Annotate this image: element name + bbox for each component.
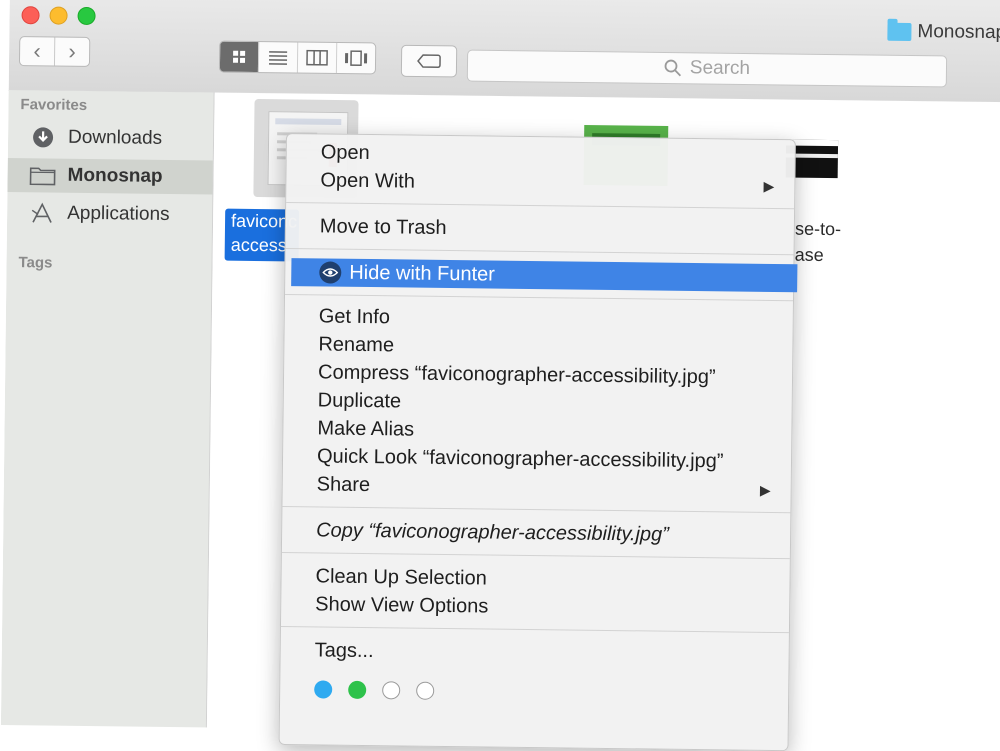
menu-item-label: Move to Trash [320,215,447,240]
cover-flow-view-button[interactable] [336,43,375,73]
file-name-line: se-to- [795,216,841,243]
column-view-button[interactable] [297,43,336,73]
menu-item-open-with[interactable]: Open With ▶ [286,166,794,200]
menu-separator [281,626,789,633]
menu-item-label: Show View Options [315,593,488,618]
menu-item-label: Compress “faviconographer-accessibility.… [318,361,716,389]
menu-item-label: Get Info [319,305,390,329]
menu-item-label: Share [317,473,371,497]
search-icon [664,59,682,77]
back-button[interactable]: ‹ [20,37,54,65]
minimize-window-button[interactable] [49,6,67,24]
menu-item-share[interactable]: Share ▶ [283,470,791,504]
eye-icon [319,261,341,283]
sidebar-item-label: Downloads [68,127,162,150]
menu-separator [282,552,790,559]
chevron-left-icon: ‹ [33,40,41,62]
sidebar-item-downloads[interactable]: Downloads [8,120,213,157]
window-title: Monosnap [887,21,1000,44]
toolbar: ‹ › [9,0,1000,103]
file-name-third[interactable]: se-to- ase [795,216,842,269]
sidebar: Favorites Downloads Monosnap [1,90,215,732]
favorites-header: Favorites [20,96,87,114]
menu-separator [286,202,794,209]
search-placeholder: Search [690,57,750,80]
edit-tags-button[interactable] [401,45,457,78]
submenu-arrow-icon: ▶ [764,177,775,194]
list-icon [268,49,288,65]
download-icon [30,126,56,148]
menu-item-label: Tags... [315,639,374,663]
menu-item-label: Quick Look “faviconographer-accessibilit… [317,445,724,473]
applications-icon [29,202,55,224]
menu-separator [285,294,793,301]
menu-item-show-view-options[interactable]: Show View Options [281,590,789,624]
menu-item-move-to-trash[interactable]: Move to Trash [286,212,794,246]
tag-blue-dot[interactable] [314,680,332,698]
window-title-text: Monosnap [917,21,1000,44]
grid-icon [231,49,247,65]
search-field[interactable]: Search [467,50,947,88]
sidebar-item-label: Monosnap [67,165,162,188]
menu-item-label: Duplicate [318,389,402,413]
close-window-button[interactable] [21,6,39,24]
tag-icon [417,54,441,68]
menu-item-label: Make Alias [317,417,414,441]
forward-button[interactable]: › [54,38,89,66]
menu-item-label: Hide with Funter [349,261,495,286]
menu-item-copy[interactable]: Copy “faviconographer-accessibility.jpg” [282,516,790,550]
icon-view-button[interactable] [220,42,258,72]
menu-separator [282,506,790,513]
sidebar-item-label: Applications [67,203,170,226]
zoom-window-button[interactable] [77,7,95,25]
submenu-arrow-icon: ▶ [760,481,771,498]
chevron-right-icon: › [68,41,76,63]
menu-item-hide-with-funter[interactable]: Hide with Funter [291,258,797,292]
context-menu: Open Open With ▶ Move to Trash Hide with … [279,133,796,751]
list-view-button[interactable] [258,42,297,72]
sidebar-item-applications[interactable]: Applications [7,196,212,233]
menu-item-label: Rename [318,333,394,357]
menu-item-label: Open With [320,169,415,193]
sidebar-item-monosnap[interactable]: Monosnap [7,158,212,195]
folder-icon [29,164,55,186]
tags-header: Tags [18,254,52,271]
menu-item-label: Open [321,141,370,165]
view-mode-segmented-control [219,41,376,75]
cover-flow-icon [344,50,368,66]
columns-icon [306,50,328,66]
navigation-buttons: ‹ › [19,36,90,67]
tag-empty-dot[interactable] [416,682,434,700]
menu-item-tags[interactable]: Tags... [281,636,789,670]
menu-item-label: Clean Up Selection [315,565,486,590]
tag-green-dot[interactable] [348,681,366,699]
tag-color-row [314,680,450,700]
menu-separator [286,248,794,255]
folder-icon [887,23,911,41]
file-name-line: ase [795,242,841,269]
menu-item-label: Copy “faviconographer-accessibility.jpg” [316,519,669,546]
tag-empty-dot[interactable] [382,681,400,699]
